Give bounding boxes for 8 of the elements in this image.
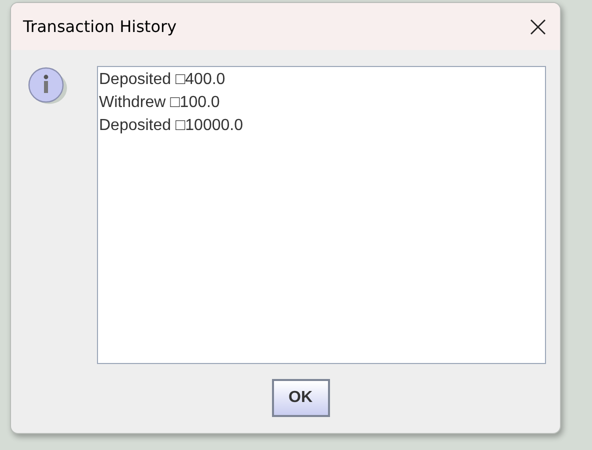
window-title: Transaction History (23, 16, 177, 38)
history-entry: Deposited □400.0 (99, 70, 226, 90)
history-entry: Withdrew □100.0 (99, 93, 221, 113)
history-text-area[interactable]: Deposited □400.0 Withdrew □100.0 Deposited □10000.0 (97, 66, 546, 364)
info-icon (27, 67, 67, 105)
history-entry: Deposited □10000.0 (99, 116, 244, 136)
close-icon[interactable] (530, 18, 546, 34)
ok-button[interactable]: OK (272, 379, 330, 417)
